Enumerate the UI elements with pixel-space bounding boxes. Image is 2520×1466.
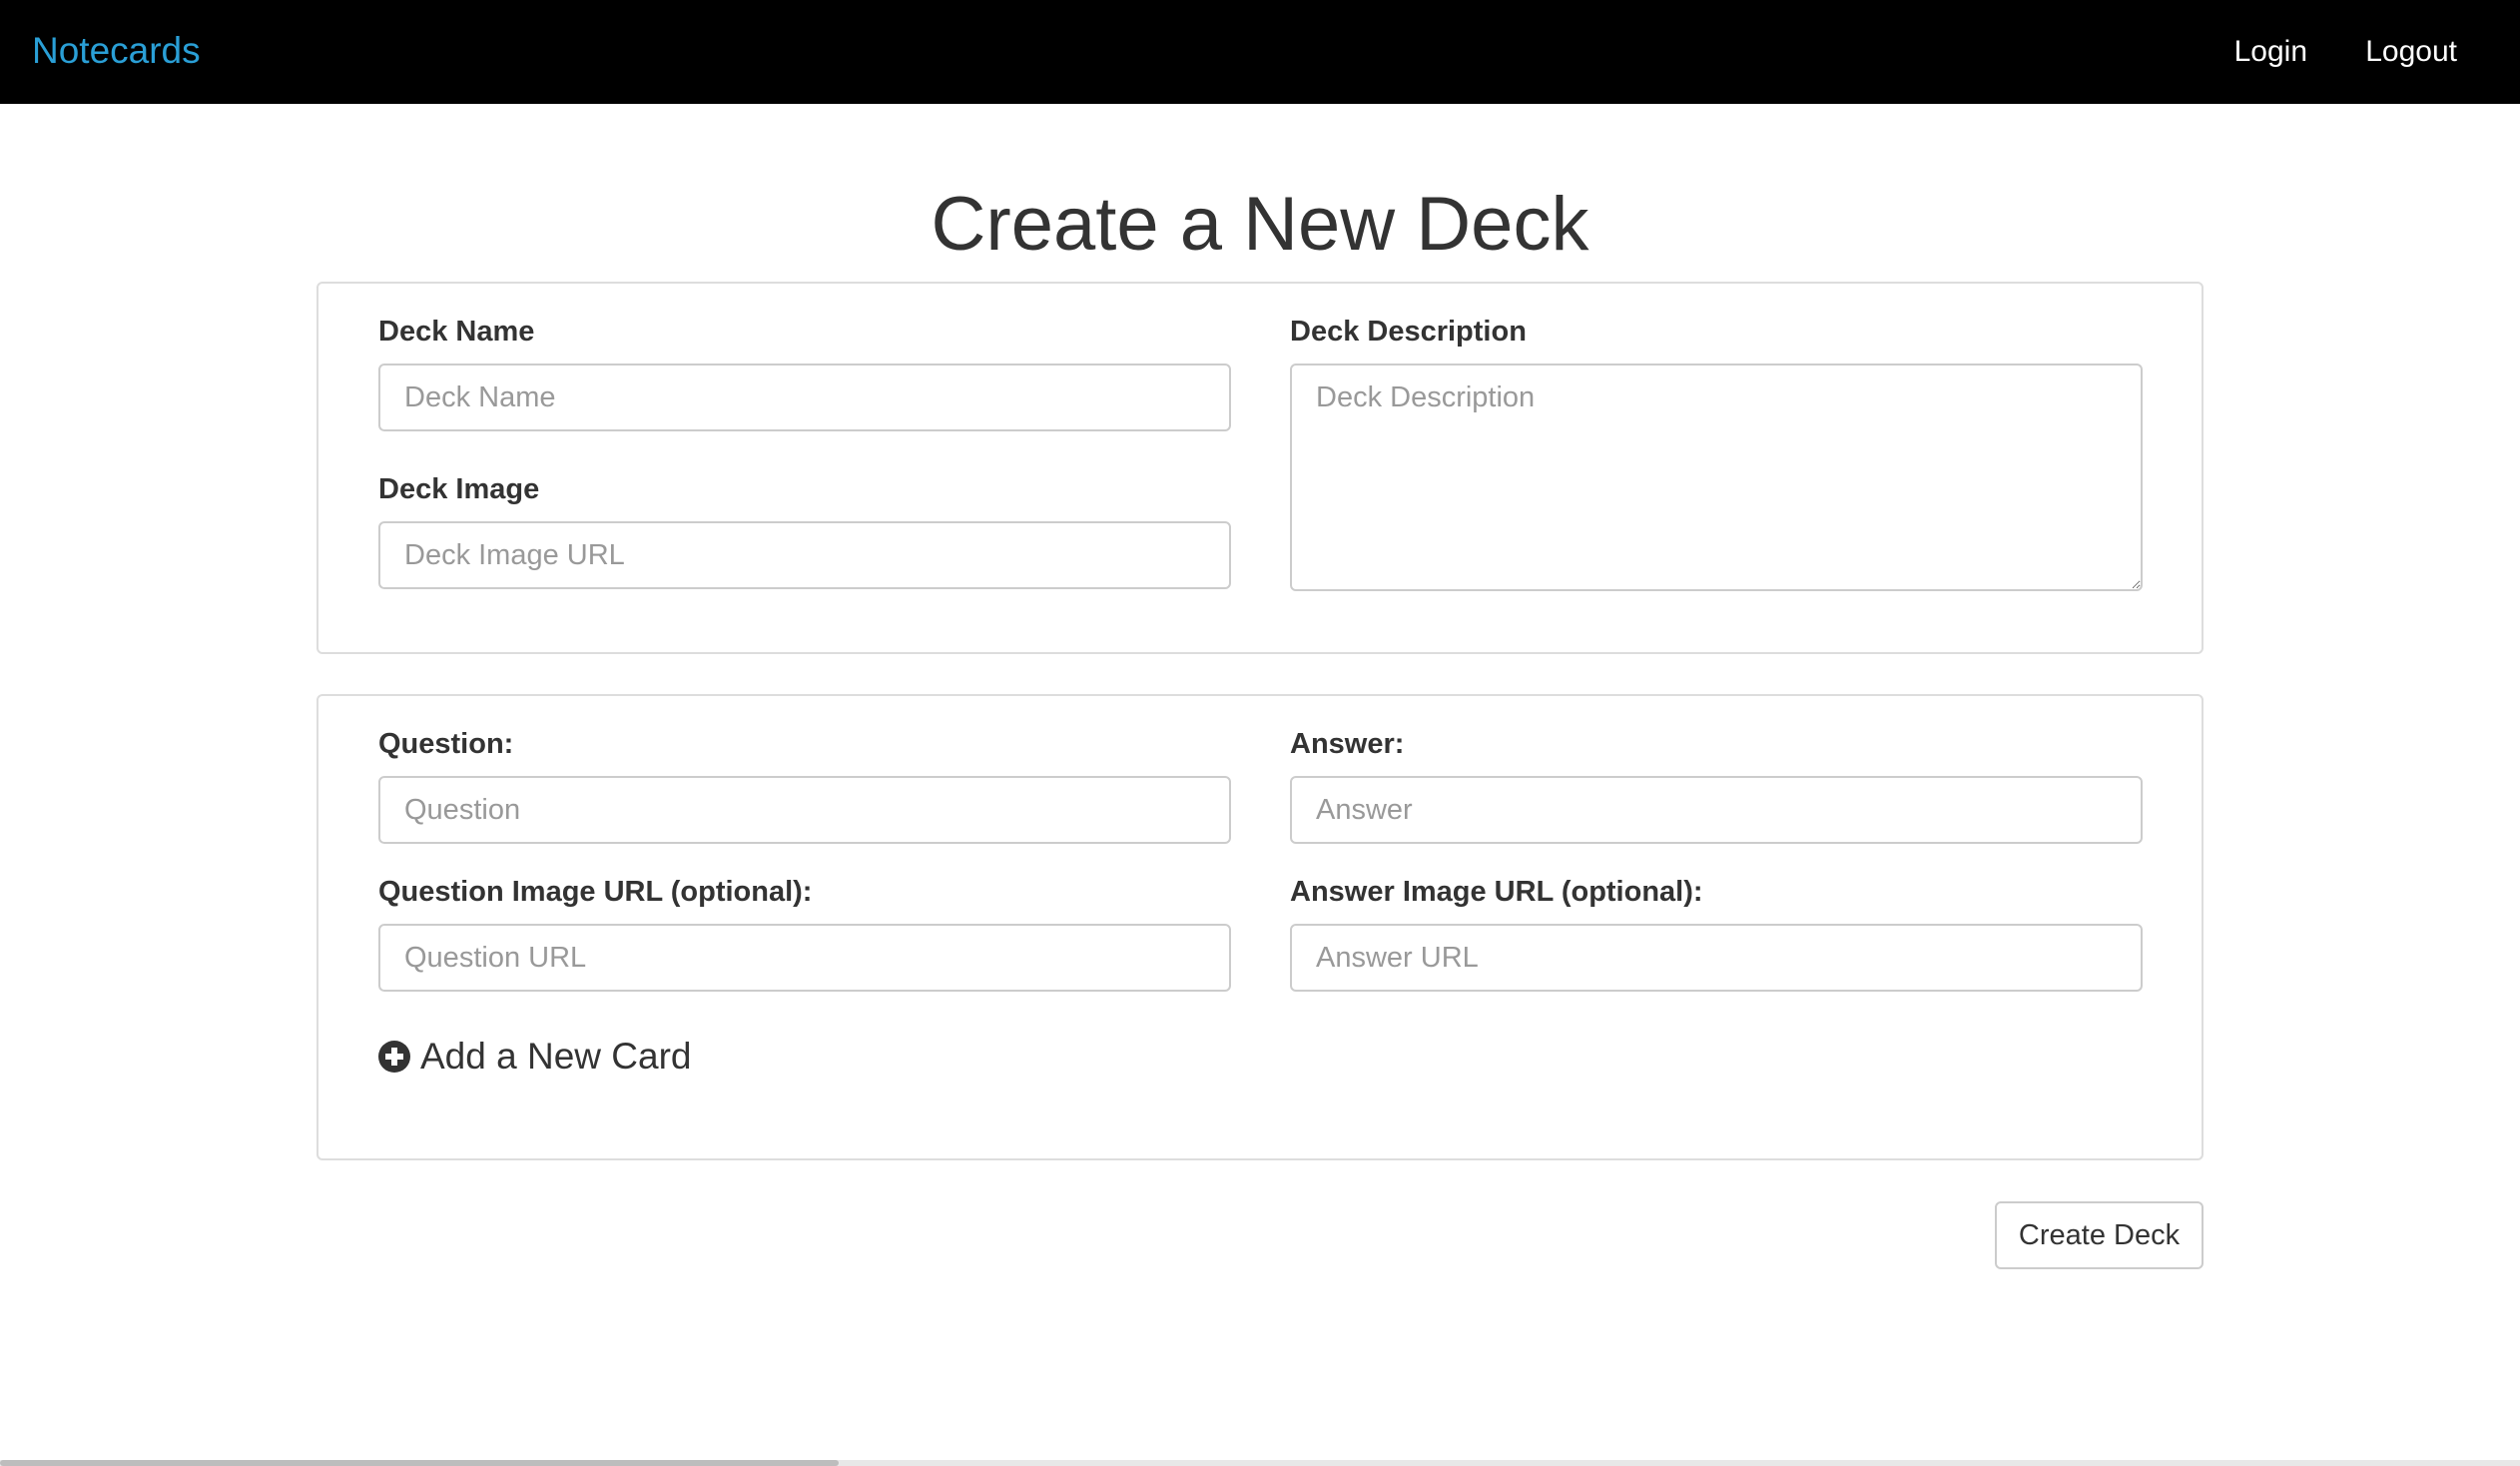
- deck-name-input[interactable]: [378, 364, 1231, 431]
- answer-input[interactable]: [1290, 776, 2143, 844]
- deck-details-panel: Deck Name Deck Image Deck Description: [316, 282, 2204, 654]
- question-label: Question:: [378, 728, 514, 760]
- answer-image-label: Answer Image URL (optional):: [1290, 876, 1703, 908]
- brand-link[interactable]: Notecards: [32, 28, 201, 74]
- deck-image-label: Deck Image: [378, 473, 540, 505]
- logout-link[interactable]: Logout: [2365, 32, 2457, 72]
- deck-image-input[interactable]: [378, 521, 1231, 589]
- answer-label: Answer:: [1290, 728, 1405, 760]
- page-title: Create a New Deck: [931, 182, 1589, 267]
- deck-description-label: Deck Description: [1290, 316, 1527, 348]
- add-card-label: Add a New Card: [420, 1036, 692, 1077]
- horizontal-scrollbar[interactable]: [0, 1460, 2520, 1466]
- deck-description-input[interactable]: [1290, 364, 2143, 591]
- login-link[interactable]: Login: [2234, 32, 2307, 72]
- plus-circle-icon: [378, 1041, 410, 1073]
- scrollbar-thumb[interactable]: [0, 1460, 839, 1466]
- card-panel: Question: Answer: Question Image URL (op…: [316, 694, 2204, 1160]
- deck-name-label: Deck Name: [378, 316, 535, 348]
- add-card-button[interactable]: Add a New Card: [378, 1034, 691, 1080]
- question-input[interactable]: [378, 776, 1231, 844]
- question-image-input[interactable]: [378, 924, 1231, 992]
- create-deck-button[interactable]: Create Deck: [1995, 1201, 2204, 1269]
- answer-image-input[interactable]: [1290, 924, 2143, 992]
- top-navbar: Notecards Login Logout: [0, 0, 2520, 104]
- question-image-label: Question Image URL (optional):: [378, 876, 813, 908]
